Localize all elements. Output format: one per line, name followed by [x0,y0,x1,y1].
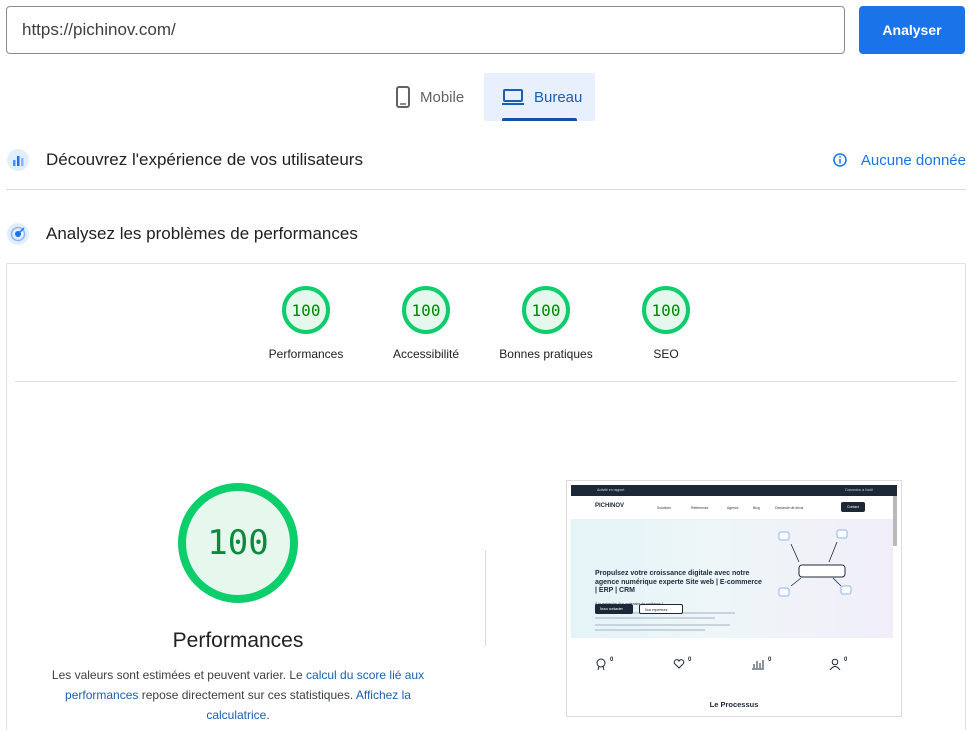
heart-icon [673,657,685,675]
score-ring: 100 [402,286,450,334]
screenshot-topbar-text: Connexion à l'outil [845,488,873,492]
gauge-best-practices[interactable]: 100 Bonnes pratiques [486,286,606,361]
screenshot-stat-value: 0 [610,657,614,663]
lab-data-header: Analysez les problèmes de performances [6,219,966,249]
screenshot-primary-button: Nous contacter [595,604,633,614]
screenshot-headline: Propulsez votre croissance digitale avec… [595,570,762,594]
field-data-header: Découvrez l'expérience de vos utilisateu… [6,145,966,175]
screenshot-text-line [595,617,715,619]
performance-title: Performances [172,629,304,652]
screenshot-stat: 0 [829,657,847,675]
report-card: 100 Performances 100 Accessibilité 100 B… [6,263,966,730]
no-data-link[interactable]: Aucune donnée [833,152,966,169]
lab-data-title: Analysez les problèmes de performances [46,224,358,243]
chart-icon [751,657,765,675]
gauge-seo[interactable]: 100 SEO [606,286,726,361]
score-ring: 100 [522,286,570,334]
screenshot-topbar-text: Activité en rapport [597,488,625,492]
divider [6,189,966,190]
url-input[interactable] [6,6,845,54]
screenshot-primary-button-label: Nous contacter [600,607,623,611]
laptop-icon [502,88,524,106]
screenshot-nav-item: Agence [727,506,739,510]
vertical-divider [485,550,486,646]
gauge-label: Performances [268,347,344,361]
screenshot-nav-item: Solutions [657,506,671,510]
explain-text: Les valeurs sont estimées et peuvent var… [51,668,307,682]
gauge-performance[interactable]: 100 Performances [246,286,366,361]
screenshot-nav-button: Contact [841,502,865,512]
gauge-label: SEO [653,347,679,361]
screenshot-hero: Propulsez votre croissance digitale avec… [571,520,893,638]
tab-mobile-label: Mobile [420,88,465,106]
screenshot-stat: 0 [751,657,771,675]
users-chart-icon [6,148,30,172]
explain-text: . [266,708,270,722]
explain-text: repose directement sur ces statistiques. [138,688,356,702]
field-data-title: Découvrez l'expérience de vos utilisateu… [46,150,363,169]
screenshot-secondary-button-label: Nos expertises [645,607,668,612]
score-ring: 100 [642,286,690,334]
screenshot-stat: 0 [595,657,613,675]
screenshot-stat-value: 0 [768,657,772,663]
performance-score-gauge: 100 [178,483,298,603]
user-icon [829,657,841,675]
performance-explanation: Les valeurs sont estimées et peuvent var… [43,665,433,725]
screenshot-text-line [595,629,705,631]
score-gauges: 100 Performances 100 Accessibilité 100 B… [7,286,965,368]
tab-mobile[interactable]: Mobile [378,73,484,121]
screenshot-nav-item: Demande de devis [775,506,804,510]
screenshot-scrollbar [893,496,897,546]
screenshot-topbar: Activité en rapport Connexion à l'outil [571,485,897,496]
gauge-accessibility[interactable]: 100 Accessibilité [366,286,486,361]
smartphone-icon [396,86,410,108]
process-diagram-icon [778,529,852,597]
tab-desktop-label: Bureau [534,88,583,106]
radar-icon [6,222,30,246]
screenshot-nav-item: Blog [753,506,760,510]
page-screenshot: Activité en rapport Connexion à l'outil … [566,480,902,717]
screenshot-stat-value: 0 [688,657,692,663]
tab-desktop[interactable]: Bureau [484,73,595,121]
screenshot-nav: PICHINOV Solutions Références Agence Blo… [571,496,897,520]
analyze-button[interactable]: Analyser [859,6,965,54]
screenshot-stat: 0 [673,657,691,675]
screenshot-nav-item: Références [691,506,709,510]
info-icon [833,153,847,167]
no-data-label: Aucune donnée [860,151,966,169]
screenshot-secondary-button: Nos expertises [639,604,683,614]
screenshot-section-title: Le Processus [709,700,759,709]
gauge-label: Accessibilité [392,347,460,361]
award-icon [595,657,607,675]
screenshot-stat-value: 0 [844,657,848,663]
screenshot-text-line [595,624,730,626]
device-tabs: Mobile Bureau [378,73,595,121]
gauge-label: Bonnes pratiques [499,347,593,361]
screenshot-logo: PICHINOV [595,503,625,509]
divider [15,381,957,382]
score-ring: 100 [282,286,330,334]
